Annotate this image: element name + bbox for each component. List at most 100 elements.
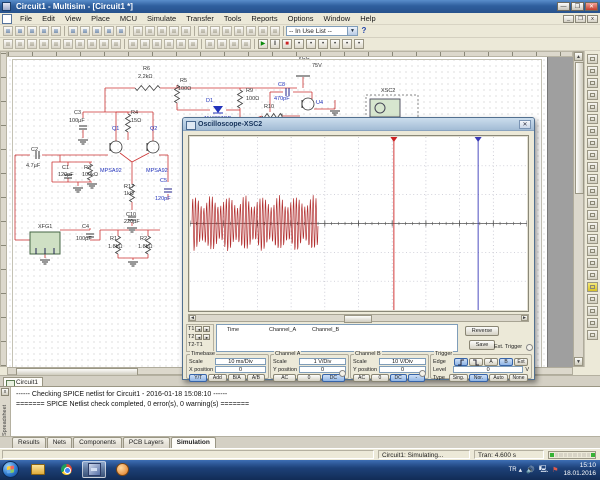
clock[interactable]: 15:10 18.01.2016 [563, 462, 596, 478]
component-label[interactable]: 100kΩ [82, 172, 98, 178]
breakpoint-icon[interactable]: • [294, 39, 304, 49]
bode-plotter-icon[interactable] [587, 114, 598, 124]
pencil-icon[interactable] [587, 330, 598, 340]
menu-tools[interactable]: Tools [219, 14, 247, 23]
cmos-icon[interactable] [75, 39, 85, 49]
tektronix-oscilloscope-icon[interactable] [587, 258, 598, 268]
logic-analyzer-icon[interactable] [587, 150, 598, 160]
scale-field[interactable]: 10 V/Div [379, 358, 426, 365]
trigger-type-sing[interactable]: Sing. [449, 374, 468, 382]
hierarchical-block-icon[interactable] [205, 39, 215, 49]
component-label[interactable]: R9 [246, 88, 253, 94]
spreadsheet-close-icon[interactable]: x [1, 388, 9, 396]
component-label[interactable]: 1.8kΩ [108, 244, 123, 250]
reverse-button[interactable]: Reverse [465, 326, 499, 336]
component-label[interactable]: 220µF [124, 219, 140, 225]
taskbar-app-button[interactable] [110, 461, 134, 478]
ext-trigger-terminal[interactable] [526, 344, 533, 351]
stop-icon[interactable]: ■ [282, 39, 292, 49]
run-icon[interactable]: ▶ [258, 39, 268, 49]
component-label[interactable]: C8 [278, 82, 285, 88]
iv-analyzer-icon[interactable] [587, 174, 598, 184]
component-label[interactable]: D1 [206, 98, 213, 104]
falling-edge-icon[interactable] [469, 358, 483, 366]
menu-transfer[interactable]: Transfer [181, 14, 219, 23]
scroll-down-arrow[interactable]: ▼ [574, 357, 583, 366]
graph-annotation-icon[interactable] [241, 39, 251, 49]
trigger-type-auto[interactable]: Auto [489, 374, 508, 382]
component-label[interactable]: 4.7µF [26, 163, 40, 169]
menu-options[interactable]: Options [283, 14, 319, 23]
spreadsheet-view-icon[interactable] [210, 26, 220, 36]
cursor1-right-button[interactable]: ► [203, 326, 210, 332]
open-icon[interactable] [15, 26, 25, 36]
full-screen-icon[interactable] [133, 26, 143, 36]
oscilloscope-icon[interactable] [587, 90, 598, 100]
source-icon[interactable] [3, 39, 13, 49]
component-label[interactable]: C1 [62, 165, 69, 171]
diode-icon[interactable] [27, 39, 37, 49]
component-label[interactable]: C3 [74, 110, 81, 116]
electrical-rules-check-icon[interactable] [270, 26, 280, 36]
paste-icon[interactable] [92, 26, 102, 36]
component-label[interactable]: 1.8kΩ [138, 244, 153, 250]
component-label[interactable]: 75V [312, 63, 322, 69]
component-label[interactable]: 470pF [274, 96, 290, 102]
mdi-minimize-button[interactable]: _ [563, 15, 574, 23]
trigger-type-nor[interactable]: Nor. [469, 374, 488, 382]
component-label[interactable]: 100Ω [178, 86, 191, 92]
help-icon[interactable]: ? [359, 26, 369, 36]
minimize-button[interactable]: — [557, 2, 570, 11]
component-label[interactable]: U4 [316, 100, 323, 106]
component-label[interactable]: MPSA92 [146, 168, 168, 174]
spectrum-analyzer-icon[interactable] [587, 198, 598, 208]
menu-window[interactable]: Window [319, 14, 356, 23]
component-label[interactable]: R17 [124, 184, 134, 190]
transistor-icon[interactable] [39, 39, 49, 49]
mode-button-ba[interactable]: B/A [228, 374, 246, 382]
analog-icon[interactable] [51, 39, 61, 49]
scale-field[interactable]: 10 ms/Div [215, 358, 266, 365]
zoom-fit-icon[interactable] [181, 26, 191, 36]
text-icon[interactable] [229, 39, 239, 49]
pause-icon[interactable]: ‖ [270, 39, 280, 49]
component-label[interactable]: Q2 [150, 126, 157, 132]
mdi-restore-button[interactable]: ❐ [575, 15, 586, 23]
start-button[interactable] [2, 461, 19, 478]
mode-button-ac[interactable]: AC [273, 374, 296, 382]
logic-converter-icon[interactable] [587, 162, 598, 172]
ttl-icon[interactable] [63, 39, 73, 49]
bus-icon[interactable] [217, 39, 227, 49]
labview-instrument-icon[interactable] [587, 270, 598, 280]
trigger-source-b[interactable]: B [499, 358, 513, 366]
zoom-in-icon[interactable] [145, 26, 155, 36]
oscilloscope-titlebar[interactable]: Oscilloscope-XSC2 [183, 118, 534, 131]
multimeter-icon[interactable] [587, 54, 598, 64]
database-manager-icon[interactable] [222, 26, 232, 36]
component-label[interactable]: R10 [264, 104, 274, 110]
taskbar-explorer-button[interactable] [26, 461, 50, 478]
oscilloscope-close-button[interactable]: ✕ [519, 120, 531, 129]
component-label[interactable]: R3 [84, 165, 91, 171]
menu-simulate[interactable]: Simulate [142, 14, 181, 23]
save-icon[interactable] [27, 26, 37, 36]
eraser-icon[interactable] [587, 318, 598, 328]
agilent-oscilloscope-icon[interactable] [587, 246, 598, 256]
zoom-out-icon[interactable] [157, 26, 167, 36]
misc-digital-icon[interactable] [87, 39, 97, 49]
component-label[interactable]: XSC2 [381, 88, 395, 94]
create-component-icon[interactable] [234, 26, 244, 36]
postprocessor-icon[interactable] [258, 26, 268, 36]
grapher-icon[interactable] [246, 26, 256, 36]
menu-view[interactable]: View [60, 14, 86, 23]
new-file-icon[interactable] [3, 26, 13, 36]
menu-help[interactable]: Help [355, 14, 380, 23]
mode-button-ab[interactable]: A/B [247, 374, 265, 382]
connector-icon[interactable] [176, 39, 186, 49]
copy-icon[interactable] [80, 26, 90, 36]
tab-components[interactable]: Components [73, 437, 122, 448]
print-preview-icon[interactable] [51, 26, 61, 36]
component-label[interactable]: XFG1 [38, 224, 52, 230]
scope-scroll-right-arrow[interactable]: ► [521, 315, 528, 321]
trigger-source-a[interactable]: A [484, 358, 498, 366]
